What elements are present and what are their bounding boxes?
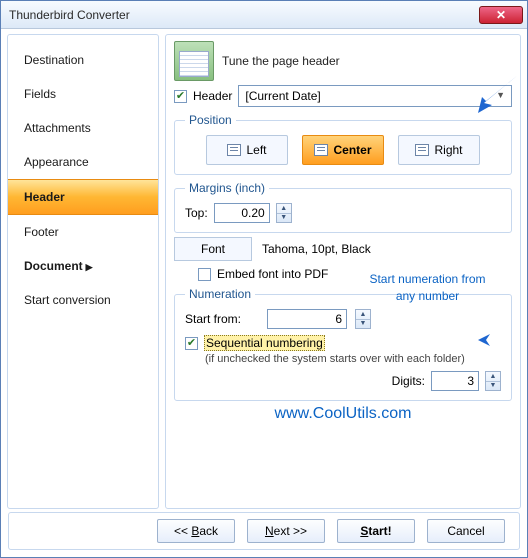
position-legend: Position [185,113,236,127]
sidebar-item-label: Document [24,259,83,273]
digits-label: Digits: [392,374,425,388]
start-from-spinner[interactable]: ▲ ▼ [355,309,371,329]
wizard-buttons: << Back Next >> Start! Cancel [8,512,520,550]
numeration-group: Numeration Start from: ▲ ▼ ✔ Sequential … [174,287,512,401]
font-button[interactable]: Font [174,237,252,261]
sidebar-item-start-conversion[interactable]: Start conversion [8,283,158,317]
margins-group: Margins (inch) Top: ▲ ▼ [174,181,512,233]
sidebar-item-fields[interactable]: Fields [8,77,158,111]
sidebar-item-header[interactable]: Header [8,179,158,215]
sequential-note: (if unchecked the system starts over wit… [205,353,501,365]
app-window: Thunderbird Converter ✕ Destination Fiel… [0,0,528,558]
back-button[interactable]: << Back [157,519,235,543]
align-left-icon [227,144,241,156]
cancel-button[interactable]: Cancel [427,519,505,543]
panel-subtitle: Tune the page header [222,54,340,68]
next-button[interactable]: Next >> [247,519,325,543]
sequential-checkbox[interactable]: ✔ [185,337,198,350]
page-header-icon [174,41,214,81]
header-template-value: [Current Date] [245,89,320,103]
spin-up-icon[interactable]: ▲ [277,204,291,214]
start-from-input[interactable] [267,309,347,329]
align-center-label: Center [333,143,371,157]
align-right-label: Right [434,143,462,157]
align-center-button[interactable]: Center [302,135,384,165]
align-left-label: Left [246,143,266,157]
header-template-select[interactable]: [Current Date] [238,85,512,107]
spin-down-icon[interactable]: ▼ [356,320,370,329]
close-icon: ✕ [496,8,506,22]
sidebar-item-appearance[interactable]: Appearance [8,145,158,179]
sidebar-item-destination[interactable]: Destination [8,43,158,77]
digits-input[interactable] [431,371,479,391]
close-button[interactable]: ✕ [479,6,523,24]
position-group: Position Left Center Right [174,113,512,175]
main-panel: Tune the page header ✔ Header [Current D… [165,34,521,509]
titlebar: Thunderbird Converter ✕ [1,1,527,29]
chevron-right-icon: ▶ [86,262,93,272]
sidebar-item-document[interactable]: Document▶ [8,249,158,283]
header-checkbox-label: Header [193,89,232,103]
sidebar-item-footer[interactable]: Footer [8,215,158,249]
sequential-label: Sequential numbering [204,335,325,351]
sidebar-item-attachments[interactable]: Attachments [8,111,158,145]
margin-top-spinner[interactable]: ▲ ▼ [276,203,292,223]
start-from-label: Start from: [185,312,259,326]
margin-top-input[interactable] [214,203,270,223]
sidebar: Destination Fields Attachments Appearanc… [7,34,159,509]
align-left-button[interactable]: Left [206,135,288,165]
embed-font-checkbox[interactable]: ✔ [198,268,211,281]
header-checkbox[interactable]: ✔ [174,90,187,103]
spin-down-icon[interactable]: ▼ [277,214,291,223]
start-button[interactable]: Start! [337,519,415,543]
margins-legend: Margins (inch) [185,181,269,195]
margin-top-label: Top: [185,206,208,220]
window-title: Thunderbird Converter [9,8,479,22]
align-center-icon [314,144,328,156]
numeration-legend: Numeration [185,287,255,301]
spin-up-icon[interactable]: ▲ [486,372,500,382]
footer-url[interactable]: www.CoolUtils.com [174,405,512,423]
digits-spinner[interactable]: ▲ ▼ [485,371,501,391]
embed-font-label: Embed font into PDF [217,267,328,281]
font-description: Tahoma, 10pt, Black [262,242,371,256]
align-right-button[interactable]: Right [398,135,480,165]
spin-up-icon[interactable]: ▲ [356,310,370,320]
spin-down-icon[interactable]: ▼ [486,382,500,391]
align-right-icon [415,144,429,156]
